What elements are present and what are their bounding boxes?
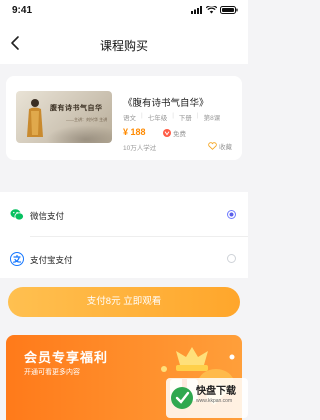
watermark-url: www.kkpan.com: [196, 398, 233, 404]
course-meta: 语文 | 七年级 | 下册 | 第8课: [123, 112, 220, 122]
vip-title: 会员专享福利: [24, 350, 109, 365]
course-card[interactable]: 腹有诗书气自华 ——主讲：刘兴华 主讲 《腹有诗书气自华》 语文 | 七年级 | 下…: [6, 76, 242, 160]
cover-subtitle: ——主讲：刘兴华 主讲: [66, 117, 108, 122]
status-bar: 9:41: [0, 0, 248, 22]
meta-separator: |: [172, 112, 174, 119]
heart-icon: [208, 142, 217, 150]
cellular-signal-icon: [191, 6, 202, 14]
radio-selected[interactable]: [227, 210, 236, 219]
vip-badge-icon: [163, 129, 171, 137]
meta-subject: 语文: [123, 115, 136, 122]
wechat-icon: [10, 209, 24, 221]
pay-option-label: 支付宝支付: [30, 255, 73, 265]
pay-option-wechat[interactable]: 微信支付: [0, 197, 248, 233]
meta-separator: |: [141, 112, 143, 119]
course-name: 《腹有诗书气自华》: [123, 98, 209, 109]
wifi-icon: [206, 6, 217, 14]
status-time: 9:41: [12, 5, 33, 16]
pay-option-label: 微信支付: [30, 211, 65, 221]
learner-count: 10万人学过: [123, 145, 157, 152]
divider: [30, 236, 248, 237]
favorite-label: 收藏: [219, 144, 232, 151]
alipay-icon: [10, 252, 24, 266]
cover-title: 腹有诗书气自华: [50, 105, 103, 112]
meta-volume: 下册: [178, 115, 192, 122]
page-title: 课程购买: [99, 39, 148, 53]
course-price: ¥ 188: [123, 127, 146, 137]
radio-unselected[interactable]: [227, 254, 236, 263]
meta-separator: |: [196, 112, 199, 119]
cover-ink-wash: [46, 125, 112, 143]
vip-subtitle: 开通可看更多内容: [24, 369, 80, 376]
status-icons: [191, 6, 238, 14]
free-label: 免费: [173, 131, 186, 138]
battery-icon: [220, 6, 238, 14]
course-cover-image: 腹有诗书气自华 ——主讲：刘兴华 主讲: [16, 91, 112, 143]
meta-grade: 七年级: [147, 115, 168, 122]
free-badge: 免费: [163, 128, 186, 138]
nav-bar: 课程购买: [0, 22, 248, 64]
pay-now-button[interactable]: 支付8元 立即观看: [8, 287, 240, 317]
favorite-button[interactable]: 收藏: [208, 141, 232, 151]
meta-lesson: 第8课: [203, 115, 221, 122]
scholar-figure-illustration: [27, 99, 43, 137]
pay-option-alipay[interactable]: 支付宝支付: [0, 241, 248, 277]
watermark-brand: 快盘下载: [196, 386, 236, 397]
